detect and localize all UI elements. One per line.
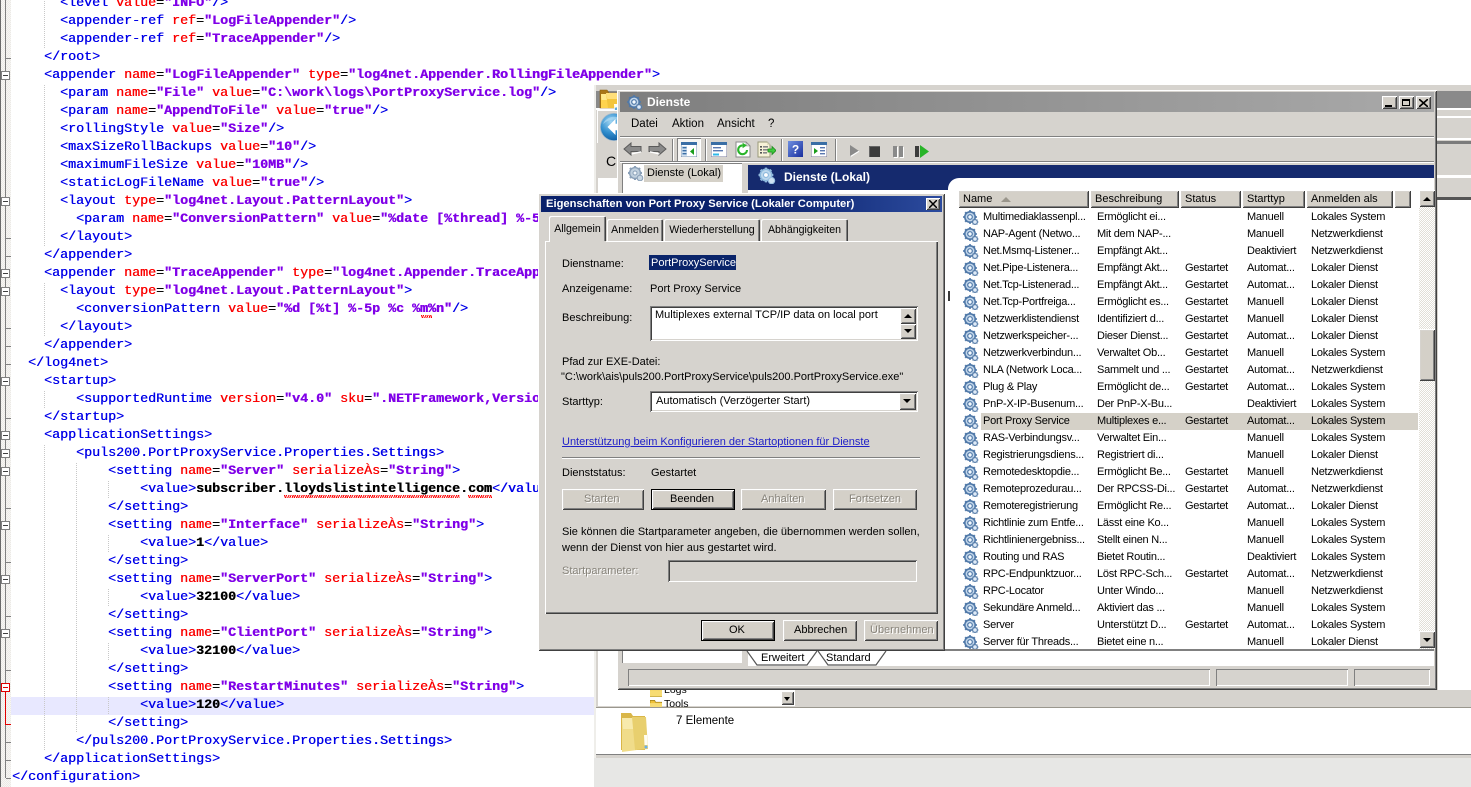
- svg-text:?: ?: [792, 143, 799, 157]
